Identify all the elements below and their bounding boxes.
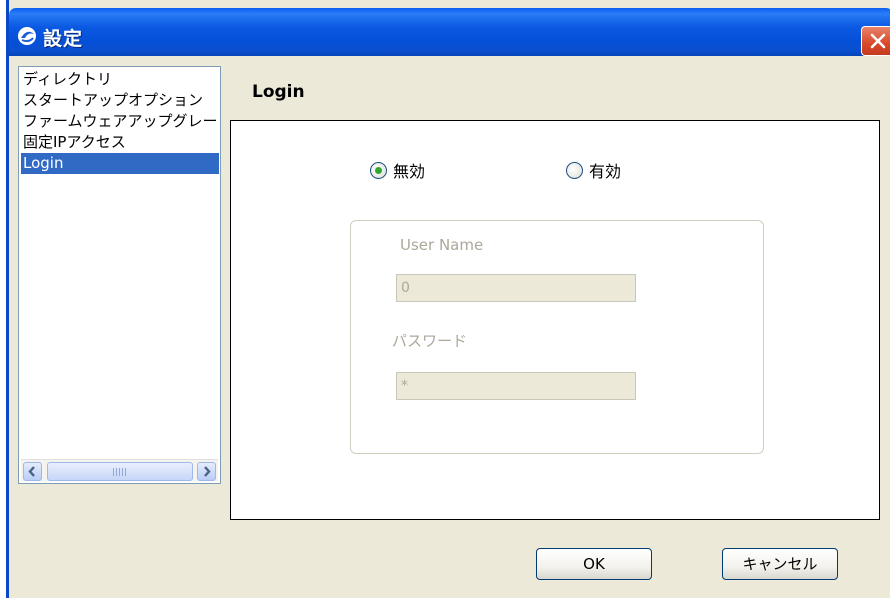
tree-list: ディレクトリ スタートアップオプション ファームウェアアップグレード 固定IPア… xyxy=(21,69,219,449)
window-title: 設定 xyxy=(43,28,84,50)
tree-item-firmware-upgrade[interactable]: ファームウェアアップグレード xyxy=(21,111,219,132)
radio-unchecked-icon[interactable] xyxy=(566,161,583,179)
scroll-left-button[interactable] xyxy=(23,462,42,481)
cancel-button[interactable]: キャンセル xyxy=(722,548,838,580)
radio-disable[interactable]: 無効 xyxy=(370,158,425,182)
user-name-field[interactable]: 0 xyxy=(396,274,636,302)
scroll-thumb[interactable] xyxy=(47,462,193,481)
close-button[interactable] xyxy=(861,26,890,56)
ok-button[interactable]: OK xyxy=(536,548,652,580)
user-name-label: User Name xyxy=(400,236,484,254)
tree-item-startup-options[interactable]: スタートアップオプション xyxy=(21,90,219,111)
radio-disable-label: 無効 xyxy=(393,162,426,181)
chevron-right-icon xyxy=(204,466,211,477)
tree-item-directory[interactable]: ディレクトリ xyxy=(21,69,219,90)
horizontal-scrollbar[interactable] xyxy=(21,459,218,481)
close-icon xyxy=(870,33,886,49)
radio-enable-label: 有効 xyxy=(589,162,622,181)
login-mode-radio-group: 無効 有効 xyxy=(370,156,670,184)
title-bar[interactable]: 設定 xyxy=(9,8,890,56)
app-logo-icon xyxy=(17,26,37,46)
settings-tree[interactable]: ディレクトリ スタートアップオプション ファームウェアアップグレード 固定IPア… xyxy=(18,66,221,484)
password-label: パスワード xyxy=(392,332,468,350)
tree-item-login[interactable]: Login xyxy=(21,153,219,174)
radio-enable[interactable]: 有効 xyxy=(566,158,621,182)
tree-item-static-ip-access[interactable]: 固定IPアクセス xyxy=(21,132,219,153)
radio-checked-icon[interactable] xyxy=(370,161,387,179)
scroll-right-button[interactable] xyxy=(197,462,216,481)
panel-title: Login xyxy=(252,82,305,102)
password-field[interactable]: * xyxy=(396,372,636,400)
chevron-left-icon xyxy=(28,466,35,477)
grip-icon xyxy=(113,468,127,476)
